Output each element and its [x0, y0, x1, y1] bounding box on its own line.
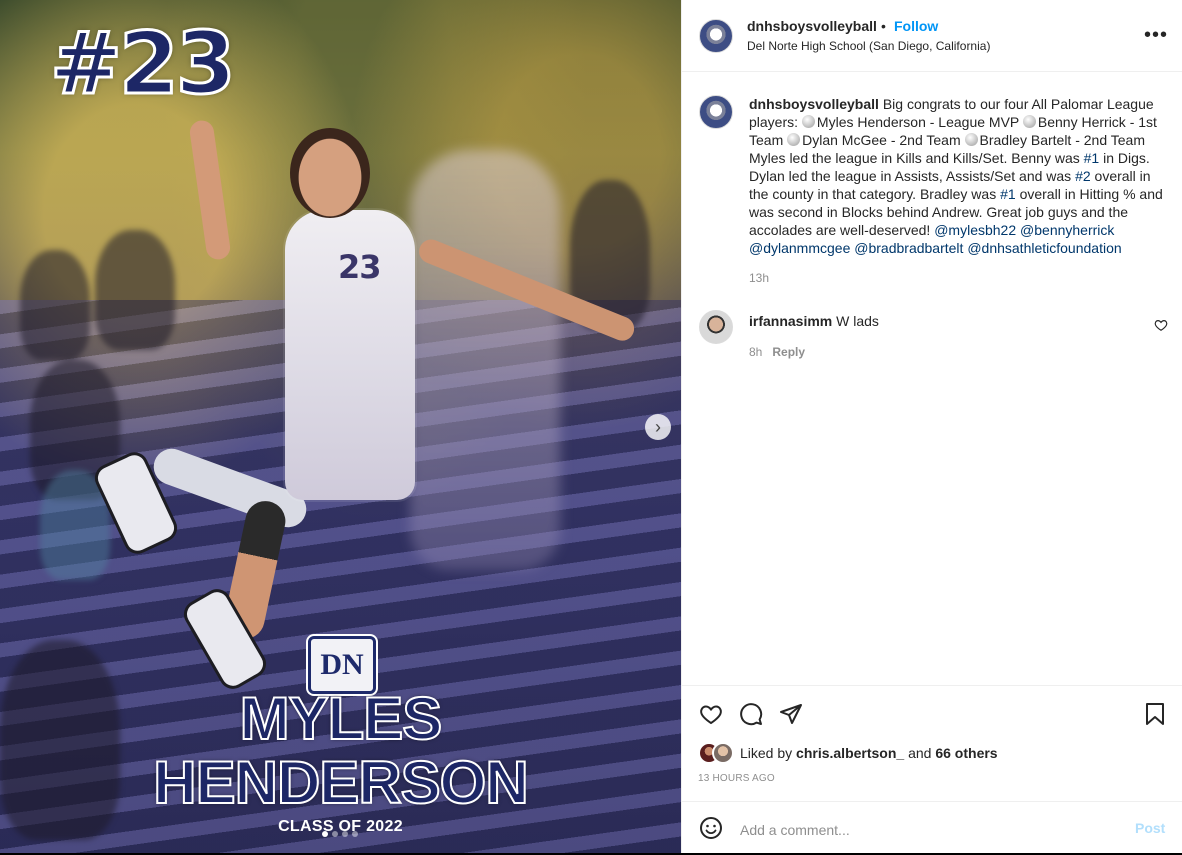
player-first-name: MYLES	[239, 684, 444, 753]
comment: irfannasimm W lads	[749, 313, 879, 329]
comment-input[interactable]	[738, 819, 1122, 841]
likes-row: Liked by chris.albertson_ and 66 others	[698, 742, 998, 764]
overlay-number: #23	[49, 13, 238, 116]
carousel-dot[interactable]	[352, 831, 358, 837]
header-bullet: •	[881, 18, 886, 34]
post-media[interactable]: 23 #23 DN MYLES HENDERSON CLASS OF 2022 …	[0, 0, 681, 853]
caption-timestamp[interactable]: 13h	[749, 271, 769, 285]
caption-username[interactable]: dnhsboysvolleyball	[749, 96, 879, 112]
liked-by-others[interactable]: 66 others	[935, 745, 997, 761]
player-last-name: HENDERSON	[152, 748, 529, 817]
post-actions: Liked by chris.albertson_ and 66 others …	[682, 685, 1182, 854]
comment-meta: 8h Reply	[749, 345, 805, 359]
liked-by-mid: and	[904, 745, 936, 761]
comment-form: Post	[682, 801, 1182, 855]
commenter-avatar[interactable]	[699, 310, 733, 344]
likes-summary: Liked by chris.albertson_ and 66 others	[740, 745, 998, 761]
mention-link[interactable]: @mylesbh22	[934, 222, 1016, 238]
caption-text: Myles Henderson - League MVP	[816, 114, 1023, 130]
author-username[interactable]: dnhsboysvolleyball	[747, 18, 877, 34]
mention-link[interactable]: @dnhsathleticfoundation	[967, 240, 1121, 256]
carousel-dot[interactable]	[332, 831, 338, 837]
more-icon[interactable]: •••	[1144, 24, 1168, 47]
follow-button[interactable]: Follow	[894, 18, 938, 34]
jersey-number: 23	[338, 248, 382, 286]
mention-link[interactable]: @dylanmmcgee	[749, 240, 850, 256]
emoji-icon[interactable]	[699, 816, 723, 840]
commenter-username[interactable]: irfannasimm	[749, 313, 832, 329]
player-head	[290, 128, 370, 218]
like-comment-heart-icon[interactable]	[1154, 318, 1168, 332]
hashtag-link[interactable]: #1	[1000, 186, 1016, 202]
post-caption: dnhsboysvolleyball Big congrats to our f…	[749, 95, 1167, 257]
next-slide-button[interactable]: ›	[645, 414, 671, 440]
hashtag-link[interactable]: #1	[1084, 150, 1100, 166]
instagram-post-modal: 23 #23 DN MYLES HENDERSON CLASS OF 2022 …	[0, 0, 1182, 853]
reply-button[interactable]: Reply	[772, 345, 805, 359]
liker-avatar	[712, 742, 734, 764]
carousel-dots	[322, 831, 358, 837]
school-logo-letters: DN	[320, 648, 364, 681]
carousel-dot[interactable]	[322, 831, 328, 837]
comments-section: dnhsboysvolleyball Big congrats to our f…	[682, 72, 1182, 684]
volleyball-emoji-icon	[964, 133, 978, 146]
comment-timestamp[interactable]: 8h	[749, 345, 762, 359]
volleyball-emoji-icon	[787, 133, 801, 146]
post-comment-button[interactable]: Post	[1135, 820, 1165, 836]
bookmark-icon[interactable]	[1144, 702, 1166, 726]
volleyball-emoji-icon	[801, 115, 815, 128]
liked-by-prefix: Liked by	[740, 745, 797, 761]
crowd-figure	[20, 250, 90, 360]
caption-text: Dylan McGee - 2nd Team	[802, 132, 965, 148]
share-icon[interactable]	[779, 702, 803, 726]
background-player	[410, 150, 560, 570]
heart-icon[interactable]	[699, 702, 723, 726]
comment-icon[interactable]	[739, 702, 763, 726]
crowd-figure	[95, 230, 175, 350]
comment-text: W lads	[836, 313, 879, 329]
post-side-panel: dnhsboysvolleyball • Follow Del Norte Hi…	[681, 0, 1182, 853]
caption-avatar[interactable]	[699, 95, 733, 129]
post-timestamp[interactable]: 13 HOURS AGO	[698, 773, 775, 784]
post-header: dnhsboysvolleyball • Follow Del Norte Hi…	[682, 0, 1182, 72]
liked-by-user[interactable]: chris.albertson_	[796, 745, 904, 761]
chevron-right-icon: ›	[655, 417, 661, 437]
hashtag-link[interactable]: #2	[1075, 168, 1091, 184]
mention-link[interactable]: @bennyherrick	[1020, 222, 1114, 238]
post-location[interactable]: Del Norte High School (San Diego, Califo…	[747, 39, 990, 53]
author-avatar[interactable]	[699, 19, 733, 53]
volleyball-emoji-icon	[1022, 115, 1036, 128]
mention-link[interactable]: @bradbradbartelt	[854, 240, 963, 256]
carousel-dot[interactable]	[342, 831, 348, 837]
